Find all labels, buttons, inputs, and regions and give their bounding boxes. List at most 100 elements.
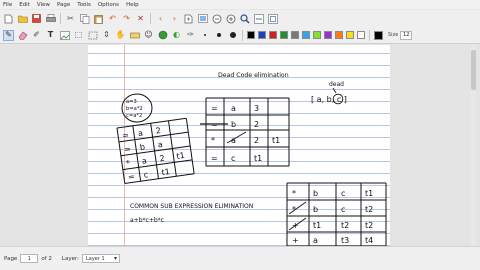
color-swatch-light-blue[interactable] (302, 31, 310, 39)
svg-text:a: a (313, 236, 318, 245)
svg-text:=: = (211, 154, 218, 163)
select-region-icon[interactable]: ⬚ (73, 30, 84, 41)
menu-file[interactable]: File (3, 2, 12, 8)
svg-text:*: * (292, 189, 296, 198)
svg-text:a: a (137, 128, 143, 138)
print-icon[interactable] (45, 13, 56, 24)
svg-text:c: c (341, 205, 345, 214)
toolbar-separator (150, 13, 151, 24)
svg-text:t3: t3 (341, 236, 349, 245)
default-pen-icon[interactable] (157, 30, 168, 41)
status-bar: Page 1 of 2 Layer: Layer 1 (0, 246, 480, 270)
page-new-icon[interactable] (183, 13, 194, 24)
current-color-swatch[interactable] (374, 30, 383, 40)
color-swatch-yellow[interactable] (346, 31, 354, 39)
delete-icon[interactable]: ✕ (135, 13, 146, 24)
zoom-search-icon[interactable] (239, 13, 250, 24)
zoom-out-icon[interactable] (211, 13, 222, 24)
zoom-fit-icon[interactable] (253, 13, 264, 24)
text-tool-icon[interactable]: T (45, 30, 56, 41)
redo-icon[interactable]: ↷ (121, 13, 132, 24)
color-swatch-blue[interactable] (258, 31, 266, 39)
svg-text:b: b (313, 189, 318, 198)
color-swatch-white[interactable] (357, 31, 365, 39)
pen-settings-icon[interactable]: ✑ (185, 30, 196, 41)
bubble-line-1: a=3 (126, 99, 137, 105)
svg-text:=: = (127, 172, 135, 182)
section-heading: COMMON SUB EXPRESSION ELIMINATION (130, 203, 253, 210)
svg-text:c: c (143, 170, 149, 180)
ruler-icon[interactable] (129, 30, 140, 41)
svg-text:2: 2 (254, 136, 259, 145)
shape-recognizer-icon[interactable]: ☺ (143, 30, 154, 41)
svg-text:a: a (231, 104, 236, 113)
left-table: = a 2 = b a * a 2 t1 = c t1 (116, 117, 195, 184)
menu-help[interactable]: Help (126, 2, 139, 8)
eraser-icon[interactable] (17, 30, 28, 41)
color-swatch-light-green[interactable] (313, 31, 321, 39)
svg-text:3: 3 (254, 104, 259, 113)
svg-text:a: a (157, 140, 163, 150)
bubble-line-3: c=a*2 (126, 113, 142, 119)
dead-annotation: dead (329, 81, 344, 88)
toolbar-separator (60, 13, 61, 24)
menu-tools[interactable]: Tools (77, 2, 91, 8)
menu-edit[interactable]: Edit (19, 2, 30, 8)
thin-stroke-icon[interactable] (199, 30, 210, 41)
layer-select[interactable]: Layer 1 (81, 254, 120, 263)
page-number-input[interactable]: 1 (20, 254, 39, 263)
menu-bar: File Edit View Page Tools Options Help (0, 0, 480, 9)
menu-view[interactable]: View (37, 2, 50, 8)
pen-tool-icon[interactable]: ✎ (3, 29, 14, 41)
cut-icon[interactable]: ✂ (65, 13, 76, 24)
image-tool-icon[interactable] (59, 30, 70, 41)
new-page-icon[interactable] (3, 13, 14, 24)
color-swatch-green[interactable] (280, 31, 288, 39)
vertical-space-icon[interactable]: ⇕ (101, 30, 112, 41)
undo-icon[interactable]: ↶ (107, 13, 118, 24)
hand-tool-icon[interactable]: ✋ (115, 30, 126, 41)
color-swatch-gray[interactable] (291, 31, 299, 39)
default-tool-icon[interactable]: ◐ (171, 30, 182, 41)
svg-text:2: 2 (155, 126, 161, 136)
menu-options[interactable]: Options (98, 2, 119, 8)
color-swatch-orange[interactable] (335, 31, 343, 39)
svg-text:c: c (341, 189, 345, 198)
paste-icon[interactable] (93, 13, 104, 24)
menu-page[interactable]: Page (57, 2, 70, 8)
svg-text:t1: t1 (272, 136, 280, 145)
svg-text:b: b (231, 120, 236, 129)
color-swatch-black[interactable] (247, 31, 255, 39)
svg-text:*: * (125, 159, 130, 168)
medium-stroke-icon[interactable] (213, 30, 224, 41)
zoom-page-icon[interactable] (267, 13, 278, 24)
page-back-icon[interactable]: ‹ (155, 13, 166, 24)
toolbar-separator (369, 29, 370, 41)
save-icon[interactable] (31, 13, 42, 24)
layer-label: Layer: (61, 255, 79, 262)
thick-stroke-icon[interactable] (227, 30, 238, 41)
svg-text:t1: t1 (176, 151, 185, 161)
toolbar-separator (242, 29, 243, 41)
fullscreen-icon[interactable] (197, 13, 208, 24)
svg-text:=: = (123, 144, 131, 154)
highlighter-icon[interactable]: ✐ (31, 30, 42, 41)
font-size-input[interactable]: 12 (400, 30, 413, 40)
bubble-line-2: b=a*2 (126, 106, 143, 112)
font-size-label: Size (388, 32, 399, 38)
svg-text:t2: t2 (365, 221, 373, 230)
scrollbar-thumb[interactable] (471, 50, 476, 90)
page-forward-icon[interactable]: › (169, 13, 180, 24)
note-page[interactable]: Dead Code elimination a=3 b=a*2 c=a*2 de… (88, 45, 390, 246)
svg-text:t2: t2 (365, 205, 373, 214)
canvas-area[interactable]: Dead Code elimination a=3 b=a*2 c=a*2 de… (0, 45, 480, 246)
open-icon[interactable] (17, 13, 28, 24)
select-rect-icon[interactable] (87, 30, 98, 41)
note-drawing: Dead Code elimination a=3 b=a*2 c=a*2 de… (116, 72, 387, 246)
color-swatch-red[interactable] (269, 31, 277, 39)
color-swatch-purple[interactable] (324, 31, 332, 39)
svg-text:b: b (139, 142, 145, 152)
zoom-in-icon[interactable] (225, 13, 236, 24)
copy-icon[interactable] (79, 13, 90, 24)
svg-text:=: = (122, 130, 130, 140)
